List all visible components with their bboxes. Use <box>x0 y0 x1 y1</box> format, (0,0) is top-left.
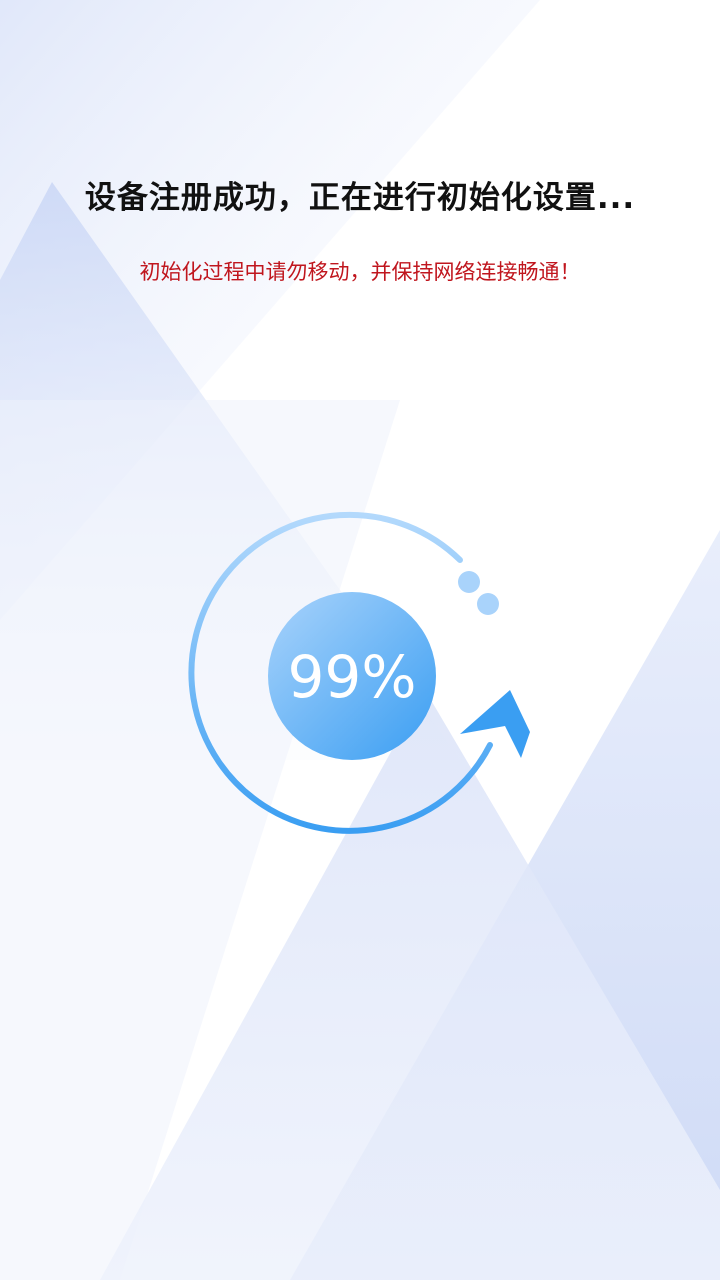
page-title: 设备注册成功，正在进行初始化设置... <box>84 180 636 216</box>
init-screen: 设备注册成功，正在进行初始化设置... 初始化过程中请勿移动，并保持网络连接畅通… <box>0 0 720 1280</box>
warning-message: 初始化过程中请勿移动，并保持网络连接畅通！ <box>139 260 581 284</box>
progress-dot-2 <box>477 593 499 615</box>
progress-percent: 99% <box>287 643 417 711</box>
arrow-head-icon <box>460 690 530 758</box>
progress-dot-1 <box>458 571 480 593</box>
progress-indicator: 99% <box>180 500 540 860</box>
